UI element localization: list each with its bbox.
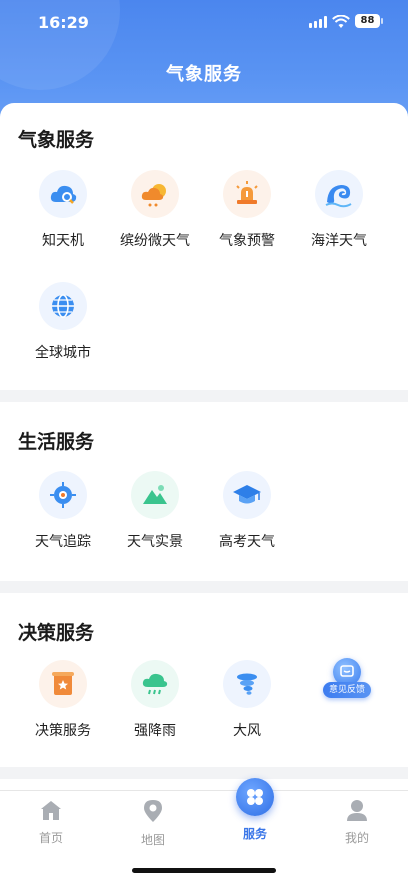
user-icon xyxy=(347,800,367,821)
section-meteorology: 气象服务 知天机 缤纷微天气 气象预警 海洋天气 全球城市 xyxy=(0,103,408,390)
wifi-icon xyxy=(332,14,350,33)
wave-icon xyxy=(315,170,363,218)
target-icon xyxy=(39,471,87,519)
feedback-label: 意见反馈 xyxy=(323,682,371,698)
tab-label: 服务 xyxy=(242,827,267,841)
section-title: 生活服务 xyxy=(18,431,95,453)
section-title: 气象服务 xyxy=(18,129,95,151)
home-icon xyxy=(41,801,61,820)
tab-map[interactable]: 地图 xyxy=(113,799,193,848)
cloud-search-icon xyxy=(39,170,87,218)
service-item-heavy-rain[interactable]: 强降雨 xyxy=(109,660,201,740)
service-item-warning[interactable]: 气象预警 xyxy=(201,170,293,250)
feedback-button[interactable]: 意见反馈 xyxy=(323,658,371,702)
wind-icon xyxy=(223,660,271,708)
status-bar: 16:29 88 xyxy=(0,0,408,46)
service-item-micro-weather[interactable]: 缤纷微天气 xyxy=(109,170,201,250)
status-time: 16:29 xyxy=(38,13,89,32)
section-title: 决策服务 xyxy=(18,622,95,644)
service-item-label: 决策服务 xyxy=(35,723,91,739)
signal-icon xyxy=(309,16,327,28)
service-item-label: 缤纷微天气 xyxy=(120,233,190,249)
alarm-icon xyxy=(223,170,271,218)
service-item-label: 强降雨 xyxy=(134,723,176,739)
service-item-label: 大风 xyxy=(233,723,261,739)
scroll-star-icon xyxy=(39,660,87,708)
home-indicator xyxy=(132,868,276,873)
section-life: 生活服务 天气追踪 天气实景 高考天气 xyxy=(0,402,408,581)
grid-icon xyxy=(247,789,263,805)
page-title: 气象服务 xyxy=(166,64,242,85)
service-item-exam-weather[interactable]: 高考天气 xyxy=(201,471,293,551)
service-item-gale[interactable]: 大风 xyxy=(201,660,293,740)
sun-cloud-icon xyxy=(131,170,179,218)
service-item-label: 气象预警 xyxy=(219,233,275,249)
tab-label: 地图 xyxy=(140,833,165,847)
service-item-tracking[interactable]: 天气追踪 xyxy=(17,471,109,551)
mountain-icon xyxy=(131,471,179,519)
rain-cloud-icon xyxy=(131,660,179,708)
service-item-label: 知天机 xyxy=(42,233,84,249)
service-item-global-city[interactable]: 全球城市 xyxy=(17,282,109,362)
battery-icon: 88 xyxy=(355,14,383,28)
tab-label: 我的 xyxy=(344,831,369,845)
map-pin-icon xyxy=(144,800,162,822)
service-item-label: 全球城市 xyxy=(35,345,91,361)
service-item-label: 海洋天气 xyxy=(311,233,367,249)
globe-icon xyxy=(39,282,87,330)
service-item-ocean[interactable]: 海洋天气 xyxy=(293,170,385,250)
service-item-zhitianji[interactable]: 知天机 xyxy=(17,170,109,250)
tab-profile[interactable]: 我的 xyxy=(317,799,397,846)
service-item-label: 高考天气 xyxy=(219,534,275,550)
tab-home[interactable]: 首页 xyxy=(11,799,91,846)
service-item-label: 天气追踪 xyxy=(35,534,91,550)
graduation-cap-icon xyxy=(223,471,271,519)
services-center-button[interactable] xyxy=(236,778,274,816)
tab-label: 首页 xyxy=(38,831,63,845)
service-item-decision[interactable]: 决策服务 xyxy=(17,660,109,740)
service-item-live-scene[interactable]: 天气实景 xyxy=(109,471,201,551)
service-item-label: 天气实景 xyxy=(127,534,183,550)
